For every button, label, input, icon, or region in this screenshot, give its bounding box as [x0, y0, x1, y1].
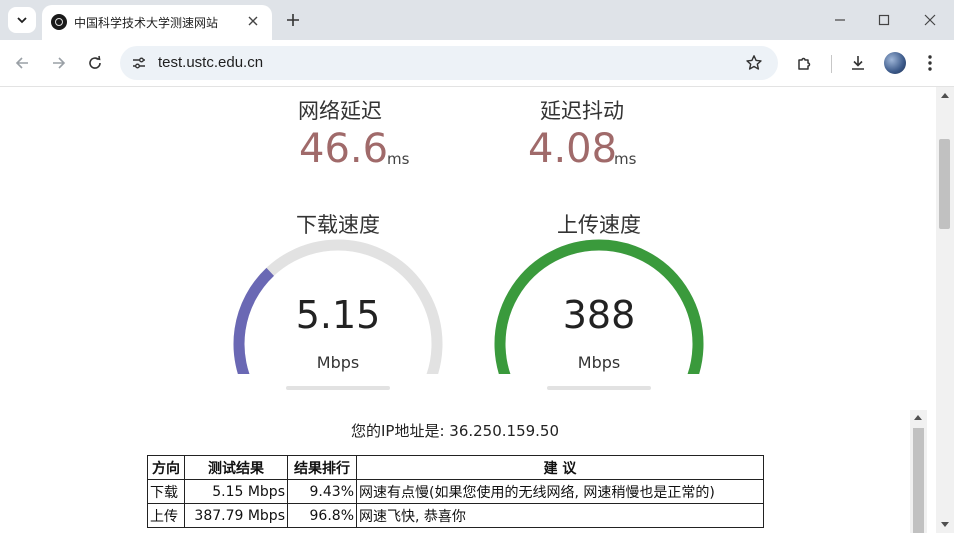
- upload-unit: Mbps: [577, 353, 621, 372]
- cell-rank: 9.43%: [287, 479, 357, 504]
- jitter-unit: ms: [614, 150, 637, 168]
- upload-value: 388: [562, 293, 636, 337]
- latency-label: 网络延迟: [298, 99, 382, 123]
- browser-toolbar: test.ustc.edu.cn: [0, 40, 954, 87]
- maximize-icon: [878, 14, 890, 26]
- col-rank: 结果排行: [287, 455, 357, 480]
- minimize-button[interactable]: [828, 8, 852, 32]
- cell-rank: 96.8%: [287, 503, 357, 528]
- results-table: 方向 测试结果 结果排行 建 议 下载 5.15 Mbps 9.43% 网速有点…: [147, 455, 764, 528]
- page-scrollbar[interactable]: [936, 87, 954, 533]
- close-icon: [924, 14, 936, 26]
- cell-direction: 下载: [147, 479, 185, 504]
- download-unit: Mbps: [316, 353, 360, 372]
- inner-scroll-thumb[interactable]: [913, 428, 924, 533]
- download-progress-bar: [286, 386, 390, 390]
- tune-icon: [133, 57, 145, 69]
- close-window-button[interactable]: [918, 8, 942, 32]
- new-tab-button[interactable]: [282, 9, 304, 31]
- menu-button[interactable]: [918, 51, 942, 75]
- tab-search-button[interactable]: [8, 7, 36, 33]
- more-vert-icon: [928, 55, 932, 71]
- scroll-up-icon[interactable]: [914, 415, 922, 420]
- col-direction: 方向: [147, 455, 185, 480]
- scroll-down-icon[interactable]: [941, 522, 949, 527]
- tab-close-button[interactable]: [244, 12, 262, 30]
- table-row: 上传 387.79 Mbps 96.8% 网速飞快, 恭喜你: [147, 503, 764, 528]
- tab-title: 中国科学技术大学测速网站: [74, 16, 219, 30]
- cell-result: 5.15 Mbps: [184, 479, 288, 504]
- extensions-button[interactable]: [793, 51, 817, 75]
- reload-icon: [89, 55, 101, 69]
- latency-value: 46.6: [299, 126, 389, 172]
- page-scroll-thumb[interactable]: [939, 139, 950, 229]
- cell-result: 387.79 Mbps: [184, 503, 288, 528]
- cell-advice: 网速有点慢(如果您使用的无线网络, 网速稍慢也是正常的): [356, 479, 764, 504]
- latency-unit: ms: [387, 150, 410, 168]
- cell-advice: 网速飞快, 恭喜你: [356, 503, 764, 528]
- table-header-row: 方向 测试结果 结果排行 建 议: [147, 455, 764, 480]
- page-viewport: 网络延迟 46.6 ms 延迟抖动 4.08 ms 下载速度 5.15 Mbps…: [0, 87, 936, 533]
- scroll-up-icon[interactable]: [941, 93, 949, 98]
- upload-progress-bar: [547, 386, 651, 390]
- ip-address-text: 您的IP地址是: 36.250.159.50: [350, 422, 560, 440]
- forward-button[interactable]: [47, 51, 71, 75]
- back-button[interactable]: [10, 51, 34, 75]
- bookmark-button[interactable]: [744, 53, 764, 73]
- chevron-down-icon: [17, 17, 27, 24]
- plus-icon: [287, 14, 299, 26]
- site-info-button[interactable]: [130, 54, 148, 72]
- star-icon: [746, 55, 762, 70]
- download-value: 5.15: [295, 293, 381, 337]
- tab-strip: 中国科学技术大学测速网站: [0, 0, 954, 40]
- arrow-right-icon: [53, 57, 66, 69]
- active-tab[interactable]: 中国科学技术大学测速网站: [42, 5, 272, 40]
- maximize-button[interactable]: [872, 8, 896, 32]
- minimize-icon: [835, 19, 845, 21]
- col-advice: 建 议: [356, 455, 764, 480]
- close-icon: [248, 16, 258, 26]
- jitter-value: 4.08: [528, 126, 618, 172]
- col-result: 测试结果: [184, 455, 288, 480]
- puzzle-icon: [798, 57, 811, 70]
- site-favicon-icon: [51, 14, 67, 30]
- download-icon: [852, 56, 864, 70]
- arrow-left-icon: [15, 57, 28, 69]
- profile-avatar[interactable]: [884, 52, 906, 74]
- downloads-button[interactable]: [846, 51, 870, 75]
- table-row: 下载 5.15 Mbps 9.43% 网速有点慢(如果您使用的无线网络, 网速稍…: [147, 479, 764, 504]
- jitter-label: 延迟抖动: [540, 99, 624, 123]
- url-text[interactable]: test.ustc.edu.cn: [158, 54, 263, 71]
- cell-direction: 上传: [147, 503, 185, 528]
- address-bar[interactable]: test.ustc.edu.cn: [120, 46, 778, 80]
- reload-button[interactable]: [83, 51, 107, 75]
- inner-scrollbar[interactable]: [910, 410, 927, 533]
- toolbar-divider: [831, 55, 832, 73]
